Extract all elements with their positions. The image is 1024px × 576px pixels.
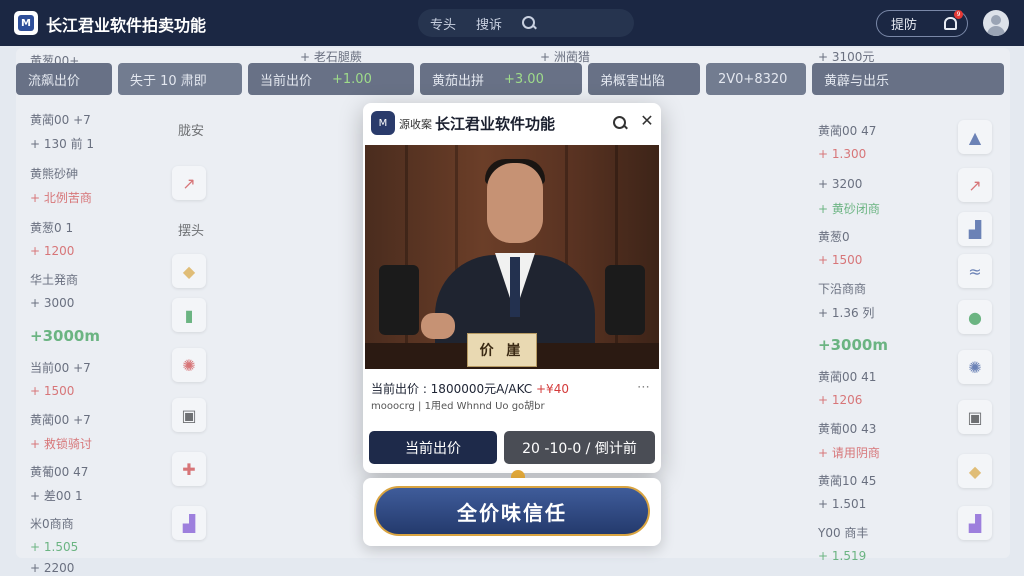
search-icon[interactable]: [613, 116, 627, 130]
countdown-button[interactable]: 20 -10-0 / 倒计前: [504, 431, 655, 464]
current-bid-line: 当前出价 : 1800000元A/AKC +¥40: [371, 380, 569, 397]
auction-photo: 价 崖: [365, 145, 659, 369]
top-bar: M 长江君业软件拍卖功能 专头 搜诉 提防 9: [0, 0, 1024, 46]
nav-item-1[interactable]: 专头: [430, 14, 456, 33]
trust-panel: 全价味信任: [363, 478, 661, 546]
current-bid-text: 当前出价 : 1800000元A/AKC: [371, 382, 533, 396]
top-action-button[interactable]: 提防 9: [876, 10, 968, 37]
bid-delta: +¥40: [536, 382, 569, 396]
bell-icon[interactable]: [944, 17, 957, 30]
notification-badge: 9: [954, 10, 963, 19]
more-options-icon[interactable]: ⋯: [637, 380, 650, 395]
nameplate: 价 崖: [467, 333, 537, 367]
app-logo-icon[interactable]: M: [14, 11, 38, 35]
auction-modal: M 源收案 长江君业软件功能 ✕ 价 崖 当前出价 : 1800000元A/AK…: [363, 103, 661, 473]
nav-item-2[interactable]: 搜诉: [476, 14, 502, 33]
avatar[interactable]: [983, 10, 1009, 36]
close-icon[interactable]: ✕: [639, 113, 655, 129]
bid-subtitle: mooocrg | 1用ed Whnnd Uo go胡br: [371, 401, 545, 412]
modal-header: M 源收案 长江君业软件功能 ✕: [363, 103, 661, 143]
app-title: 长江君业软件拍卖功能: [46, 16, 207, 35]
top-action-label: 提防: [891, 18, 918, 33]
search-icon[interactable]: [522, 16, 536, 30]
modal-title: 长江君业软件功能: [435, 115, 556, 133]
modal-logo-icon: M: [371, 111, 395, 135]
current-bid-button[interactable]: 当前出价: [369, 431, 497, 464]
top-nav: 专头 搜诉: [418, 9, 634, 37]
trust-button[interactable]: 全价味信任: [374, 486, 650, 536]
modal-source-label: 源收案: [399, 118, 432, 131]
